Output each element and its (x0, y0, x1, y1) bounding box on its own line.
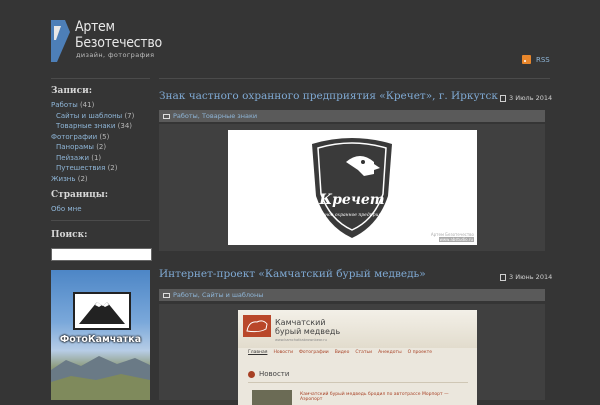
bear-news-label: Новости (259, 370, 290, 378)
banner-sign (73, 292, 131, 330)
bear-nav-item: Фотографии (299, 350, 329, 355)
bear-news-thumbnail (252, 390, 292, 405)
category-item: Работы (41) (51, 100, 151, 111)
category-count: (1) (91, 153, 102, 162)
divider (51, 220, 150, 221)
post-image-bear-site[interactable]: Камчатский бурый медведь www.kamchatkabr… (238, 310, 477, 405)
logo-name-line1: Артем (75, 19, 115, 35)
post-tags-1: Работы, Товарные знаки (159, 110, 545, 122)
category-item: Сайты и шаблоны (7) (51, 111, 151, 122)
bear-nav-item: О проекте (407, 350, 433, 355)
category-count: (5) (99, 132, 110, 141)
bear-site-header: Камчатский бурый медведь www.kamchatkabr… (238, 310, 477, 348)
post-tags-link[interactable]: Работы, Товарные знаки (173, 112, 257, 120)
category-item: Путешествия (2) (51, 163, 151, 174)
bear-site-title-line1: Камчатский (275, 318, 326, 327)
category-item: Фотографии (5) (51, 132, 151, 143)
page-link-about[interactable]: Обо мне (51, 205, 82, 213)
krechet-shield-logo: Кречет частное охранное предприятие (312, 138, 392, 238)
category-link[interactable]: Фотографии (51, 133, 97, 141)
bear-nav-item: Новости (273, 350, 293, 355)
category-link[interactable]: Пейзажи (56, 154, 89, 162)
banner-text: ФотоКамчатка (59, 334, 142, 345)
sidebar: Записи: Работы (41) Сайты и шаблоны (7) … (51, 86, 151, 215)
category-link[interactable]: Путешествия (56, 164, 105, 172)
category-link[interactable]: Работы (51, 101, 78, 109)
logo-tagline: дизайн, фотография (76, 51, 155, 59)
post-title-2[interactable]: Интернет-проект «Камчатский бурый медвед… (159, 268, 426, 280)
post-date-text: 3 Июнь 2014 (509, 273, 553, 281)
category-link[interactable]: Панорамы (56, 143, 94, 151)
page-item: Обо мне (51, 204, 151, 215)
post-tags-link[interactable]: Работы, Сайты и шаблоны (173, 291, 263, 299)
category-link[interactable]: Жизнь (51, 175, 76, 183)
search-heading: Поиск: (51, 230, 88, 240)
category-count: (7) (124, 111, 135, 120)
image-caption: Артем Безотечество www.abstudio.ru (431, 232, 474, 242)
divider (51, 78, 150, 79)
category-item: Панорамы (2) (51, 142, 151, 153)
category-link[interactable]: Сайты и шаблоны (56, 112, 122, 120)
records-heading: Записи: (51, 86, 93, 96)
pages-list: Обо мне (51, 204, 151, 215)
post-date-text: 3 Июль 2014 (509, 94, 553, 102)
post-body-2: Камчатский бурый медведь www.kamchatkabr… (159, 304, 545, 405)
category-link[interactable]: Товарные знаки (56, 122, 115, 130)
pages-heading: Страницы: (51, 190, 109, 200)
bear-site-url: www.kamchatkabrownbear.ru (275, 338, 327, 342)
category-count: (34) (117, 122, 133, 130)
category-item: Пейзажи (1) (51, 153, 151, 164)
tag-icon (163, 113, 170, 119)
rss-icon (522, 55, 531, 64)
image-caption-site: www.abstudio.ru (438, 237, 474, 242)
bear-news-snippet: Камчатский бурый медведь бродил по автот… (300, 392, 449, 402)
category-count: (2) (96, 143, 107, 151)
post-title-1[interactable]: Знак частного охранного предприятия «Кре… (159, 90, 498, 102)
paw-icon (248, 371, 255, 378)
bear-site-nav: Главная Новости Фотографии Видео Статьи … (238, 350, 477, 360)
category-count: (2) (107, 164, 118, 172)
search-input[interactable] (51, 248, 152, 261)
bear-news-header: Новости (248, 368, 468, 383)
calendar-icon (500, 94, 506, 102)
bear-nav-item: Анекдоты (378, 350, 402, 355)
category-item: Товарные знаки (34) (51, 121, 151, 132)
calendar-icon (500, 273, 506, 281)
post-tags-2: Работы, Сайты и шаблоны (159, 289, 545, 301)
rss-link[interactable]: RSS (522, 55, 550, 64)
bear-nav-item: Главная (248, 350, 268, 355)
site-logo[interactable]: Артем Безотечество дизайн, фотография (51, 18, 191, 66)
bear-logo-icon (243, 315, 271, 337)
post-image-krechet[interactable]: Кречет частное охранное предприятие Арте… (228, 130, 477, 245)
divider (159, 78, 550, 79)
bear-nav-item: Статьи (355, 350, 373, 355)
category-list: Работы (41) Сайты и шаблоны (7) Товарные… (51, 100, 151, 184)
category-count: (2) (77, 174, 88, 183)
krechet-logo-name: Кречет (318, 192, 384, 208)
banner-mountains (51, 356, 150, 400)
bear-nav-item: Видео (334, 350, 350, 355)
bear-site-title-line2: бурый медведь (275, 327, 341, 336)
category-item: Жизнь (2) (51, 174, 151, 185)
post-date-2: 3 Июнь 2014 (500, 273, 552, 281)
photokamchatka-banner[interactable]: ФотоКамчатка (51, 270, 150, 400)
krechet-logo-sub: частное охранное предприятие (313, 212, 392, 218)
volcano-icon (79, 302, 125, 324)
post-body-1: Кречет частное охранное предприятие Арте… (159, 124, 545, 251)
category-count: (41) (79, 101, 95, 109)
rss-label[interactable]: RSS (536, 56, 550, 64)
logo-name-line2: Безотечество (75, 35, 162, 51)
tag-icon (163, 292, 170, 298)
logo-mark-icon (51, 20, 70, 62)
post-date-1: 3 Июль 2014 (500, 94, 552, 102)
